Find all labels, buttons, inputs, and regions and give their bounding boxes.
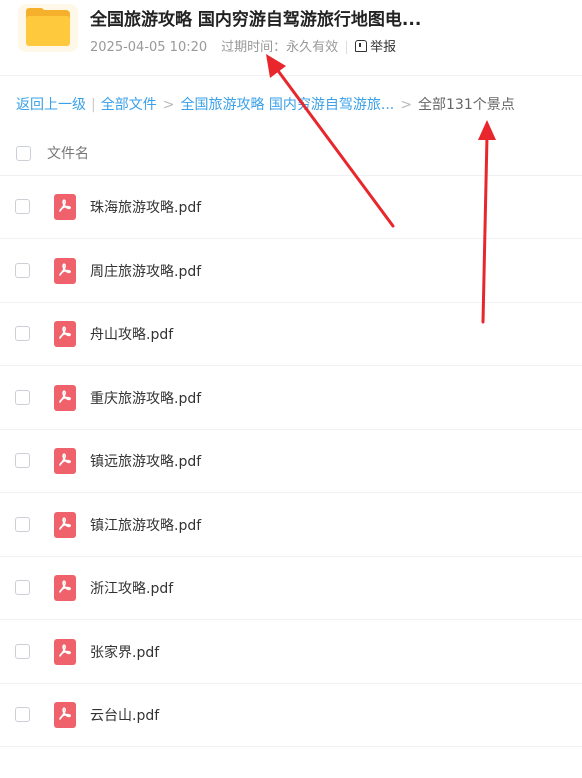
share-header: 全国旅游攻略 国内穷游自驾游旅行地图电... 2025-04-05 10:20 过… <box>0 0 582 76</box>
report-icon <box>355 40 368 52</box>
pdf-file-icon <box>54 194 76 220</box>
file-name[interactable]: 珠海旅游攻略.pdf <box>90 197 201 217</box>
report-label: 举报 <box>370 40 397 55</box>
file-row[interactable]: 云台山.pdf <box>0 683 582 747</box>
file-checkbox[interactable] <box>15 390 30 405</box>
file-row[interactable]: 周庄旅游攻略.pdf <box>0 239 582 303</box>
file-checkbox[interactable] <box>15 644 30 659</box>
file-checkbox[interactable] <box>15 517 30 532</box>
file-row[interactable]: 舟山攻略.pdf <box>0 302 582 366</box>
breadcrumb-divider: | <box>91 97 96 113</box>
file-row[interactable]: 镇江旅游攻略.pdf <box>0 493 582 557</box>
divider <box>346 41 348 54</box>
file-row[interactable]: 珠海旅游攻略.pdf <box>0 175 582 239</box>
file-name[interactable]: 张家界.pdf <box>90 642 159 662</box>
file-checkbox[interactable] <box>15 263 30 278</box>
breadcrumb-chevron: > <box>162 97 175 113</box>
file-checkbox[interactable] <box>15 580 30 595</box>
breadcrumb: 返回上一级 | 全部文件 > 全国旅游攻略 国内穷游自驾游旅... > 全部131个景点 <box>16 94 515 114</box>
breadcrumb-all-files-link[interactable]: 全部文件 <box>101 97 157 113</box>
file-checkbox[interactable] <box>15 707 30 722</box>
pdf-file-icon <box>54 639 76 665</box>
file-row[interactable]: 镇远旅游攻略.pdf <box>0 429 582 493</box>
folder-icon <box>18 4 78 52</box>
file-name[interactable]: 周庄旅游攻略.pdf <box>90 261 201 281</box>
file-row[interactable]: 重庆旅游攻略.pdf <box>0 366 582 430</box>
file-list-header: 文件名 <box>0 137 582 176</box>
file-row[interactable]: 张家界.pdf <box>0 620 582 684</box>
file-name[interactable]: 舟山攻略.pdf <box>90 324 173 344</box>
select-all-checkbox[interactable] <box>16 146 31 161</box>
file-name[interactable]: 镇远旅游攻略.pdf <box>90 451 201 471</box>
expiry-label: 过期时间：永久有效 <box>221 40 339 55</box>
file-row[interactable]: 浙江攻略.pdf <box>0 556 582 620</box>
file-name[interactable]: 浙江攻略.pdf <box>90 578 173 598</box>
pdf-file-icon <box>54 702 76 728</box>
report-button[interactable]: 举报 <box>355 40 396 55</box>
pdf-file-icon <box>54 258 76 284</box>
file-name[interactable]: 镇江旅游攻略.pdf <box>90 515 201 535</box>
breadcrumb-current: 全部131个景点 <box>418 97 515 113</box>
breadcrumb-back-link[interactable]: 返回上一级 <box>16 97 86 113</box>
file-name[interactable]: 重庆旅游攻略.pdf <box>90 388 201 408</box>
breadcrumb-chevron: > <box>400 97 412 113</box>
file-name[interactable]: 云台山.pdf <box>90 705 159 725</box>
file-checkbox[interactable] <box>15 199 30 214</box>
breadcrumb-folder-link[interactable]: 全国旅游攻略 国内穷游自驾游旅... <box>180 97 394 113</box>
share-title: 全国旅游攻略 国内穷游自驾游旅行地图电... <box>90 10 422 30</box>
column-filename-header: 文件名 <box>47 146 89 162</box>
share-date: 2025-04-05 10:20 <box>90 40 208 55</box>
file-checkbox[interactable] <box>15 453 30 468</box>
pdf-file-icon <box>54 385 76 411</box>
file-checkbox[interactable] <box>15 326 30 341</box>
pdf-file-icon <box>54 448 76 474</box>
pdf-file-icon <box>54 321 76 347</box>
pdf-file-icon <box>54 575 76 601</box>
pdf-file-icon <box>54 512 76 538</box>
share-meta: 2025-04-05 10:20 过期时间：永久有效 举报 <box>90 36 396 55</box>
